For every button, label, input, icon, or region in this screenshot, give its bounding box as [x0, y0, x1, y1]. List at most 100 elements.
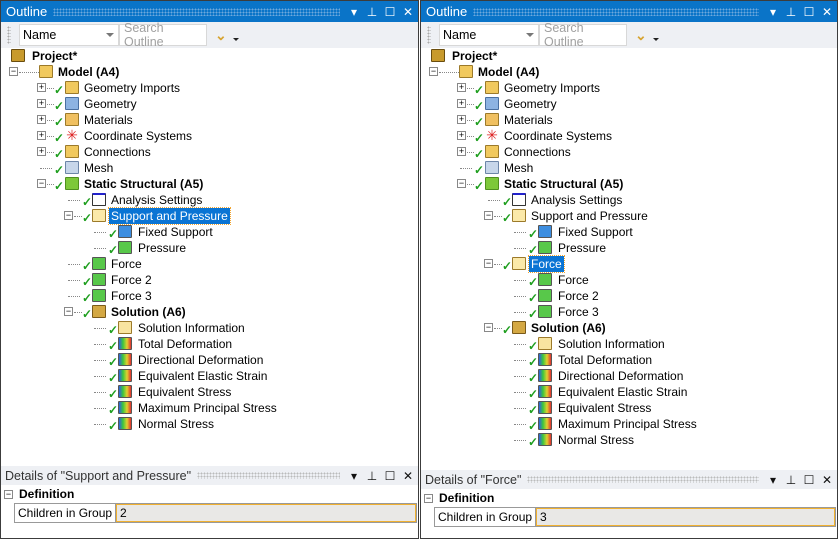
dropdown-icon[interactable]: ▾ — [765, 5, 781, 19]
tree-item[interactable]: ✓ Equivalent Stress — [1, 384, 418, 401]
collapse-icon[interactable]: − — [37, 179, 46, 188]
tree-item[interactable]: ✓ Fixed Support — [421, 224, 837, 241]
expand-icon[interactable]: + — [37, 115, 46, 124]
tree-item[interactable]: + ✓ Geometry — [1, 96, 418, 113]
tree-item[interactable]: ✓ Total Deformation — [421, 352, 837, 369]
tree-item[interactable]: ✓ Solution Information — [421, 336, 837, 353]
toolbar-grip[interactable] — [427, 26, 431, 44]
close-icon[interactable]: ✕ — [400, 5, 416, 19]
tree-item[interactable]: ✓ Force 3 — [1, 288, 418, 305]
definition-section[interactable]: − Definition — [1, 485, 418, 503]
tree-item[interactable]: − ✓ Static Structural (A5) — [421, 176, 837, 193]
collapse-icon[interactable]: − — [484, 323, 493, 332]
close-icon[interactable]: ✕ — [819, 473, 835, 487]
tree-item[interactable]: ✓ Pressure — [421, 240, 837, 257]
tree-item[interactable]: + ✓ Connections — [421, 144, 837, 161]
tree-item[interactable]: ✓ Pressure — [1, 240, 418, 257]
tree-item[interactable]: + ✓ ✳ Coordinate Systems — [421, 128, 837, 145]
pin-icon[interactable]: ⊥ — [364, 5, 380, 19]
property-value[interactable]: 3 — [536, 508, 835, 526]
tree-item[interactable]: Project* — [1, 48, 418, 64]
tree-item[interactable]: + ✓ Geometry — [421, 96, 837, 113]
tree-item[interactable]: ✓ Total Deformation — [1, 336, 418, 353]
expand-icon[interactable]: + — [37, 147, 46, 156]
expand-icon[interactable]: + — [37, 99, 46, 108]
tree-item[interactable]: + ✓ Materials — [1, 112, 418, 129]
pin-icon[interactable]: ⊥ — [783, 473, 799, 487]
tree-item[interactable]: ✓ Analysis Settings — [1, 192, 418, 209]
tree-item[interactable]: + ✓ Connections — [1, 144, 418, 161]
tree-item[interactable]: ✓ Directional Deformation — [1, 352, 418, 369]
collapse-icon[interactable]: − — [64, 307, 73, 316]
expand-icon[interactable]: + — [37, 131, 46, 140]
expand-icon[interactable]: + — [457, 99, 466, 108]
property-value[interactable]: 2 — [116, 504, 416, 522]
tree-item[interactable]: ✓ Maximum Principal Stress — [1, 400, 418, 417]
tree-item[interactable]: − ✓ Static Structural (A5) — [1, 176, 418, 193]
toolbar-overflow-icon[interactable] — [232, 37, 239, 41]
tree-item[interactable]: + ✓ Materials — [421, 112, 837, 129]
name-filter-select[interactable]: Name — [19, 24, 119, 46]
pin-icon[interactable]: ⊥ — [783, 5, 799, 19]
tree-item[interactable]: ✓ Normal Stress — [421, 432, 837, 449]
tree-item[interactable]: ✓ Equivalent Elastic Strain — [1, 368, 418, 385]
tree-item[interactable]: + ✓ ✳ Coordinate Systems — [1, 128, 418, 145]
tree-item[interactable]: ✓ Force — [421, 272, 837, 289]
name-filter-select[interactable]: Name — [439, 24, 539, 46]
tree-item[interactable]: − ✓ Support and Pressure — [1, 207, 418, 225]
tree-item[interactable]: ✓ Force — [1, 256, 418, 273]
maximize-icon[interactable]: ☐ — [382, 469, 398, 483]
tree-item[interactable]: − ✓ Solution (A6) — [1, 304, 418, 321]
collapse-icon[interactable]: − — [429, 67, 438, 76]
tree-item[interactable]: ✓ Force 2 — [1, 272, 418, 289]
maximize-icon[interactable]: ☐ — [801, 473, 817, 487]
tree-item[interactable]: ✓ Analysis Settings — [421, 192, 837, 209]
tree-item[interactable]: ✓ Equivalent Elastic Strain — [421, 384, 837, 401]
toolbar-overflow-icon[interactable] — [652, 37, 659, 41]
tree-item[interactable]: + ✓ Geometry Imports — [1, 80, 418, 97]
tree-item[interactable]: ✓ Force 2 — [421, 288, 837, 305]
expand-icon[interactable]: + — [457, 147, 466, 156]
collapse-icon[interactable]: − — [457, 179, 466, 188]
expand-icon[interactable]: + — [37, 83, 46, 92]
tree-item[interactable]: ✓ Fixed Support — [1, 224, 418, 241]
close-icon[interactable]: ✕ — [819, 5, 835, 19]
dropdown-icon[interactable]: ▾ — [765, 473, 781, 487]
tree-item[interactable]: ✓ Equivalent Stress — [421, 400, 837, 417]
tree-item[interactable]: Project* — [421, 48, 837, 64]
tree-item[interactable]: ✓ Mesh — [1, 160, 418, 177]
expand-icon[interactable]: + — [457, 131, 466, 140]
collapse-icon[interactable]: − — [4, 489, 13, 499]
close-icon[interactable]: ✕ — [400, 469, 416, 483]
tree-item[interactable]: ✓ Mesh — [421, 160, 837, 177]
collapse-icon[interactable]: − — [484, 211, 493, 220]
dropdown-icon[interactable]: ▾ — [346, 469, 362, 483]
tree-item[interactable]: − Model (A4) — [421, 64, 837, 80]
tree-item[interactable]: + ✓ Geometry Imports — [421, 80, 837, 97]
tree-item[interactable]: ✓ Directional Deformation — [421, 368, 837, 385]
tree-item[interactable]: ✓ Force 3 — [421, 304, 837, 321]
collapse-icon[interactable]: − — [64, 211, 73, 220]
toolbar-grip[interactable] — [7, 26, 11, 44]
expand-icon[interactable]: + — [457, 115, 466, 124]
tree-item[interactable]: − Model (A4) — [1, 64, 418, 80]
filter-chevron-icon[interactable]: ⌄ — [635, 27, 647, 44]
tree-item[interactable]: − ✓ Solution (A6) — [421, 320, 837, 337]
tree-item[interactable]: ✓ Solution Information — [1, 320, 418, 337]
tree-item[interactable]: ✓ Normal Stress — [1, 416, 418, 433]
maximize-icon[interactable]: ☐ — [382, 5, 398, 19]
tree-item[interactable]: − ✓ Force — [421, 255, 837, 273]
filter-chevron-icon[interactable]: ⌄ — [215, 27, 227, 44]
collapse-icon[interactable]: − — [424, 493, 433, 503]
dropdown-icon[interactable]: ▾ — [346, 5, 362, 19]
maximize-icon[interactable]: ☐ — [801, 5, 817, 19]
definition-section[interactable]: − Definition — [421, 489, 837, 507]
collapse-icon[interactable]: − — [484, 259, 493, 268]
search-outline-input[interactable]: Search Outline — [539, 21, 627, 49]
pin-icon[interactable]: ⊥ — [364, 469, 380, 483]
collapse-icon[interactable]: − — [9, 67, 18, 76]
expand-icon[interactable]: + — [457, 83, 466, 92]
search-outline-input[interactable]: Search Outline — [119, 21, 207, 49]
tree-item[interactable]: ✓ Maximum Principal Stress — [421, 416, 837, 433]
tree-item[interactable]: − ✓ Support and Pressure — [421, 208, 837, 225]
